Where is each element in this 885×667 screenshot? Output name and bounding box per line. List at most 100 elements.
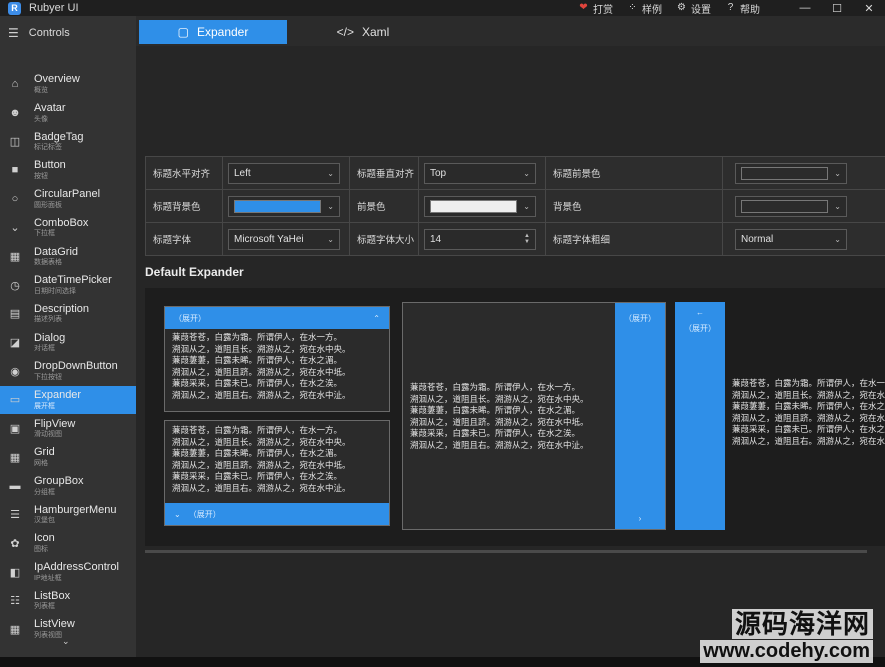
sidebar-item-ipaddresscontrol[interactable]: ◧ IpAddressControl IP地址框	[0, 558, 136, 587]
combobox-value: Microsoft YaHei	[234, 233, 304, 245]
property-grid: 标题水平对齐 Left ⌄ 标题垂直对齐 Top ⌄ 标题前景色 ⌄ 标题背景色	[145, 156, 885, 256]
sidebar-item-combobox[interactable]: ⌄ ComboBox 下拉框	[0, 213, 136, 242]
sidebar-item-expander[interactable]: ▭ Expander 展开框	[0, 385, 136, 415]
tab-expander[interactable]: ▢ Expander	[139, 20, 287, 44]
minimize-button[interactable]: —	[789, 0, 821, 16]
sidebar-item-description[interactable]: ▤ Description 描述列表	[0, 300, 136, 329]
prop-label-header-fg: 标题前景色	[545, 156, 723, 190]
poem-line: 蒹葭萋萋，白露未晞。所谓伊人，在水之湄。	[410, 405, 581, 416]
sidebar-item-text: IpAddressControl IP地址框	[34, 562, 119, 582]
chevron-down-icon[interactable]: ▼	[524, 239, 530, 245]
header-fg-color-picker[interactable]: ⌄	[735, 162, 847, 184]
title-action-heart[interactable]: ❤ 打赏	[578, 1, 613, 16]
sidebar-item-hamburgermenu[interactable]: ☰ HamburgerMenu 汉堡包	[0, 500, 136, 529]
sidebar-item-label: Icon	[34, 532, 55, 545]
sidebar-item-overview[interactable]: ⌂ Overview 概览	[0, 70, 136, 99]
header-font-combobox[interactable]: Microsoft YaHei ⌄	[228, 228, 340, 250]
sidebar-item-label: Grid	[34, 446, 55, 459]
hamburger-icon: ☰	[10, 509, 20, 522]
sidebar-item-groupbox[interactable]: ▬ GroupBox 分组框	[0, 472, 136, 501]
prop-label-header-font-weight: 标题字体粗细	[545, 222, 723, 256]
chevron-down-icon: ⌄	[327, 234, 334, 244]
fg-color-picker[interactable]: ⌄	[424, 195, 536, 217]
expander-header[interactable]: ⌄ （展开）	[165, 503, 389, 525]
title-action-grid[interactable]: ⁘ 样例	[627, 1, 662, 16]
sidebar-item-grid[interactable]: ▦ Grid 网格	[0, 443, 136, 472]
tab-xaml[interactable]: </> Xaml	[288, 20, 438, 44]
sidebar-item-flipview[interactable]: ▣ FlipView 滑动视图	[0, 414, 136, 443]
sidebar-item-text: CircularPanel 圆形面板	[34, 189, 100, 209]
sidebar-item-dropdownbutton[interactable]: ◉ DropDownButton 下拉按钮	[0, 357, 136, 386]
prop-value-cell: ⌄	[722, 156, 885, 190]
sidebar-item-dialog[interactable]: ◪ Dialog 对话框	[0, 328, 136, 357]
poem-line: 溯洄从之，道阻且长。溯游从之，宛在水中央。	[732, 389, 885, 400]
header-v-align-combobox[interactable]: Top ⌄	[424, 162, 536, 184]
sidebar-item-sublabel: 日期时间选择	[34, 287, 76, 295]
sidebar-item-text: Expander 展开框	[34, 389, 81, 410]
close-button[interactable]: ✕	[853, 0, 885, 16]
sidebar-item-label: DateTimePicker	[34, 274, 112, 287]
poem-line: 蒹葭苍苍，白露为霜。所谓伊人，在水一方。	[172, 332, 343, 342]
stepper-value: 14	[430, 233, 442, 245]
sidebar-item-label: DropDownButton	[34, 360, 118, 373]
header-font-weight-combobox[interactable]: Normal ⌄	[735, 228, 847, 250]
sidebar-item-sublabel: 展开框	[34, 402, 55, 410]
sidebar-item-text: Button 按钮	[34, 160, 66, 180]
prop-value-cell: Left ⌄	[222, 156, 350, 190]
dropdown-icon: ◉	[10, 365, 20, 378]
expander-content: 蒹葭苍苍，白露为霜。所谓伊人，在水一方。 溯洄从之，道阻且长。溯游从之，宛在水中央…	[403, 379, 617, 454]
color-swatch	[430, 199, 518, 213]
home-icon: ⌂	[11, 78, 19, 91]
prop-value-cell: ⌄	[418, 189, 546, 223]
expander-left-header[interactable]: ← （展开）	[675, 302, 725, 530]
listview-icon: ▦	[9, 623, 21, 636]
title-action-label: 帮助	[740, 4, 760, 16]
expander-header[interactable]: （展开） ⌃	[165, 307, 389, 329]
badge-icon: ◫	[9, 136, 21, 149]
combobox-value: Normal	[741, 233, 774, 245]
sidebar-item-badgetag[interactable]: ◫ BadgeTag 标记标签	[0, 127, 136, 156]
poem-line: 溯洄从之，道阻且长。溯游从之，宛在水中央。	[410, 393, 589, 404]
poem-line: 溯洄从之，道阻且右。溯游从之，宛在水中沚。	[732, 435, 885, 446]
title-action-help[interactable]: ? 帮助	[725, 1, 760, 16]
sidebar-item-icon[interactable]: ✿ Icon 图标	[0, 529, 136, 558]
maximize-button[interactable]: ☐	[821, 0, 853, 16]
menu-icon[interactable]: ☰	[8, 26, 19, 40]
sidebar-item-datagrid[interactable]: ▦ DataGrid 数据表格	[0, 242, 136, 271]
spin-buttons[interactable]: ▲ ▼	[524, 233, 530, 245]
sidebar-item-listbox[interactable]: ☷ ListBox 列表框	[0, 586, 136, 615]
app-title: Rubyer UI	[29, 2, 79, 14]
color-swatch	[741, 199, 829, 213]
sidebar-item-text: Icon 图标	[34, 533, 55, 553]
chevron-down-icon: ⌄	[834, 234, 841, 244]
color-swatch	[741, 166, 829, 180]
title-action-label: 设置	[691, 4, 711, 16]
sidebar-item-button[interactable]: ■ Button 按钮	[0, 156, 136, 185]
poem-line: 蒹葭苍苍，白露为霜。所谓伊人，在水一方。	[410, 382, 581, 392]
sidebar-item-label: DataGrid	[34, 245, 79, 258]
sidebar-item-circularpanel[interactable]: ○ CircularPanel 圆形面板	[0, 185, 136, 214]
sidebar-item-avatar[interactable]: ☻ Avatar 头像	[0, 99, 136, 128]
horizontal-scrollbar[interactable]	[145, 550, 867, 553]
sidebar-item-text: ComboBox 下拉框	[34, 216, 89, 238]
sidebar-item-text: DropDownButton 下拉按钮	[34, 361, 118, 381]
watermark: 源码海洋网 www.codehy.com	[700, 609, 873, 663]
scroll-down-icon[interactable]: ⌄	[62, 636, 70, 647]
sidebar-item-label: ComboBox	[34, 216, 89, 229]
sidebar-item-label: BadgeTag	[34, 130, 84, 143]
app-logo-icon: R	[8, 1, 21, 15]
sidebar-item-label: FlipView	[34, 417, 76, 430]
header-font-size-stepper[interactable]: 14 ▲ ▼	[424, 228, 536, 250]
sidebar-item-sublabel: 图标	[34, 545, 48, 553]
icon-icon: ✿	[10, 537, 20, 550]
bg-color-picker[interactable]: ⌄	[735, 195, 847, 217]
poem-line: 蒹葭苍苍，白露为霜。所谓伊人，在水一方。	[172, 425, 343, 435]
sidebar-header[interactable]: ☰ Controls	[0, 16, 136, 50]
title-action-gear[interactable]: ⚙ 设置	[676, 1, 711, 16]
header-bg-color-picker[interactable]: ⌄	[228, 195, 340, 217]
expander-header[interactable]: （展开） ›	[615, 303, 665, 529]
header-h-align-combobox[interactable]: Left ⌄	[228, 162, 340, 184]
poem-line: 蒹葭苍苍，白露为霜。所谓伊人，在水一方。	[732, 378, 885, 388]
sidebar-item-sublabel: 按钮	[34, 173, 48, 180]
sidebar-item-datetimepicker[interactable]: ◷ DateTimePicker 日期时间选择	[0, 271, 136, 300]
